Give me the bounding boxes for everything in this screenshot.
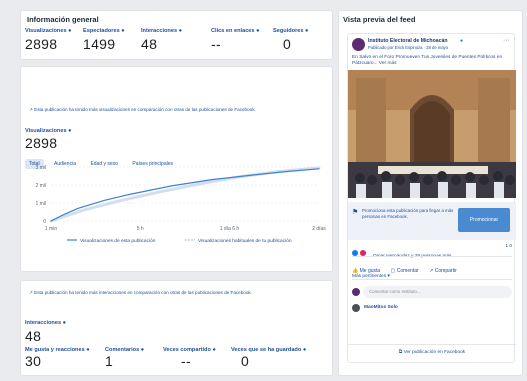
- views-value: 2898: [25, 135, 58, 151]
- external-link-icon: ⧉: [398, 350, 403, 355]
- comment-action-label: Comentar: [396, 268, 419, 274]
- series-line: [50, 168, 320, 222]
- metric-views: Visualizaciones ● 2898: [25, 28, 72, 52]
- metric-interactions-value: 48: [141, 36, 158, 52]
- page-name[interactable]: Instituto Electoral de Michoacán: [368, 38, 448, 44]
- verified-icon: ●: [460, 38, 464, 44]
- views-note: ↗ Esta publicación ha tenido más visuali…: [29, 107, 319, 113]
- post-preview: Instituto Electoral de Michoacán ● Publi…: [347, 33, 516, 363]
- general-info-title: Información general: [27, 15, 99, 24]
- comment-icon: ▢: [390, 268, 396, 274]
- metric-reactions-value: 30: [25, 353, 42, 369]
- trend-icon: ↗: [29, 107, 33, 112]
- post-photo: [348, 70, 516, 198]
- comment-sort-label: Más pertinentes: [352, 274, 387, 279]
- metric-views-value: 2898: [25, 36, 58, 52]
- chevron-down-icon: ▾: [387, 274, 390, 279]
- series-line: [49, 166, 321, 223]
- metric-viewers-label: Espectadores: [83, 28, 120, 34]
- like-reaction-icon: [352, 249, 358, 256]
- boost-icon: ⚑: [352, 209, 359, 216]
- metric-followers: Seguidores ● 0: [273, 28, 308, 52]
- view-on-facebook-label: Ver publicación en Facebook: [403, 350, 466, 355]
- info-icon[interactable]: ●: [303, 347, 306, 353]
- metric-link-clicks: Clics en enlaces ● --: [211, 28, 260, 52]
- interactions-note: ↗ Esta publicación ha tenido más interac…: [29, 290, 319, 296]
- general-info-card: Información general Visualizaciones ● 28…: [20, 10, 333, 60]
- comment-sort[interactable]: Más pertinentes ▾: [352, 274, 390, 279]
- post-body: En Salvo en el Foro Promueven Tus Juveni…: [352, 55, 503, 66]
- boost-banner: ⚑ Promociona esta publicación para llega…: [348, 202, 516, 240]
- interactions-note-text: Esta publicación ha tenido más interacci…: [34, 290, 252, 295]
- interactions-value: 48: [25, 328, 42, 344]
- metric-reactions: Me gusta y reacciones ● 30: [25, 347, 90, 369]
- y-tick-label: 2 mil: [35, 183, 46, 189]
- metric-viewers-value: 1499: [83, 36, 116, 52]
- legend-label: Visualizaciones habituales de tu publica…: [198, 238, 292, 244]
- post-meta: Publicado por Erick Espinoza · 28 de may…: [368, 45, 449, 50]
- x-tick-label: 5 h: [137, 226, 144, 232]
- metric-interactions-label: Interacciones: [141, 28, 178, 34]
- comment-input[interactable]: Comentar como Instituto...: [363, 286, 512, 298]
- metric-followers-label: Seguidores: [273, 28, 304, 34]
- views-label-row: Visualizaciones ●: [25, 128, 72, 134]
- legend-label: Visualizaciones de esta publicación: [80, 238, 156, 244]
- y-tick-label: 3 mil: [35, 165, 46, 171]
- y-tick-label: 1 mil: [35, 201, 46, 207]
- interactions-label: Interacciones: [25, 320, 62, 326]
- share-icon: ↗: [429, 268, 434, 274]
- views-chart: 0 1 mil 2 mil 3 mil 1 min 5 h 1 día 6 h 2 días V…: [35, 165, 326, 244]
- info-icon[interactable]: ●: [212, 347, 215, 353]
- views-card: ↗ Esta publicación ha tenido más visuali…: [20, 66, 333, 272]
- metric-followers-value: 0: [283, 36, 292, 52]
- metric-link-clicks-value: --: [211, 36, 221, 52]
- page-avatar: [352, 38, 365, 51]
- metric-comments-value: 1: [105, 353, 114, 369]
- metric-saves: Veces que se ha guardado ● 0: [231, 347, 306, 369]
- info-icon[interactable]: ●: [121, 28, 124, 34]
- comment-action[interactable]: ▢ Comentar: [391, 268, 419, 274]
- boost-text: Promociona esta publicación para llegar …: [362, 208, 454, 219]
- metric-saves-value: 0: [241, 353, 250, 369]
- info-icon[interactable]: ●: [179, 28, 182, 34]
- metric-views-label: Visualizaciones: [25, 28, 67, 34]
- composer-avatar: [352, 288, 360, 296]
- x-tick-label: 1 día 6 h: [220, 226, 240, 232]
- info-icon[interactable]: ●: [141, 347, 144, 353]
- y-tick-label: 0: [43, 219, 46, 225]
- metric-interactions: Interacciones ● 48: [141, 28, 182, 52]
- interactions-card: ↗ Esta publicación ha tenido más interac…: [20, 280, 333, 376]
- views-note-text: Esta publicación ha tenido más visualiza…: [34, 107, 256, 112]
- commenter-name[interactable]: MaoMitos Solo: [364, 305, 398, 310]
- metric-viewers: Espectadores ● 1499: [83, 28, 125, 52]
- share-action-label: Compartir: [434, 268, 457, 274]
- commenter-avatar: [352, 304, 360, 312]
- reaction-counts: 1 0: [505, 244, 512, 249]
- info-icon[interactable]: ●: [256, 28, 259, 34]
- comment-composer: Comentar como Instituto...: [352, 286, 512, 298]
- metric-link-clicks-label: Clics en enlaces: [211, 28, 255, 34]
- x-tick-label: 2 días: [312, 226, 326, 232]
- love-reaction-icon: [360, 249, 367, 256]
- info-icon[interactable]: ●: [86, 347, 89, 353]
- info-icon[interactable]: ●: [68, 128, 71, 134]
- views-label: Visualizaciones: [25, 128, 67, 134]
- feed-preview-card: Vista previa del feed Instituto Electora…: [338, 10, 523, 376]
- view-on-facebook-link[interactable]: ⧉ Ver publicación en Facebook: [348, 344, 516, 355]
- info-icon[interactable]: ●: [63, 320, 66, 326]
- boost-button[interactable]: Promocionar: [458, 208, 510, 232]
- trend-icon: ↗: [29, 290, 33, 295]
- feed-preview-title: Vista previa del feed: [343, 15, 416, 24]
- info-icon[interactable]: ●: [68, 28, 71, 34]
- interactions-label-row: Interacciones ●: [25, 320, 66, 326]
- metric-shares-value: --: [181, 353, 191, 369]
- metric-shares: Veces compartido ● --: [163, 347, 216, 369]
- metric-comments: Comentarios ● 1: [105, 347, 144, 369]
- share-action[interactable]: ↗ Compartir: [429, 268, 457, 274]
- more-options-icon[interactable]: ···: [503, 37, 510, 44]
- info-icon[interactable]: ●: [305, 28, 308, 34]
- x-tick-label: 1 min: [45, 226, 57, 232]
